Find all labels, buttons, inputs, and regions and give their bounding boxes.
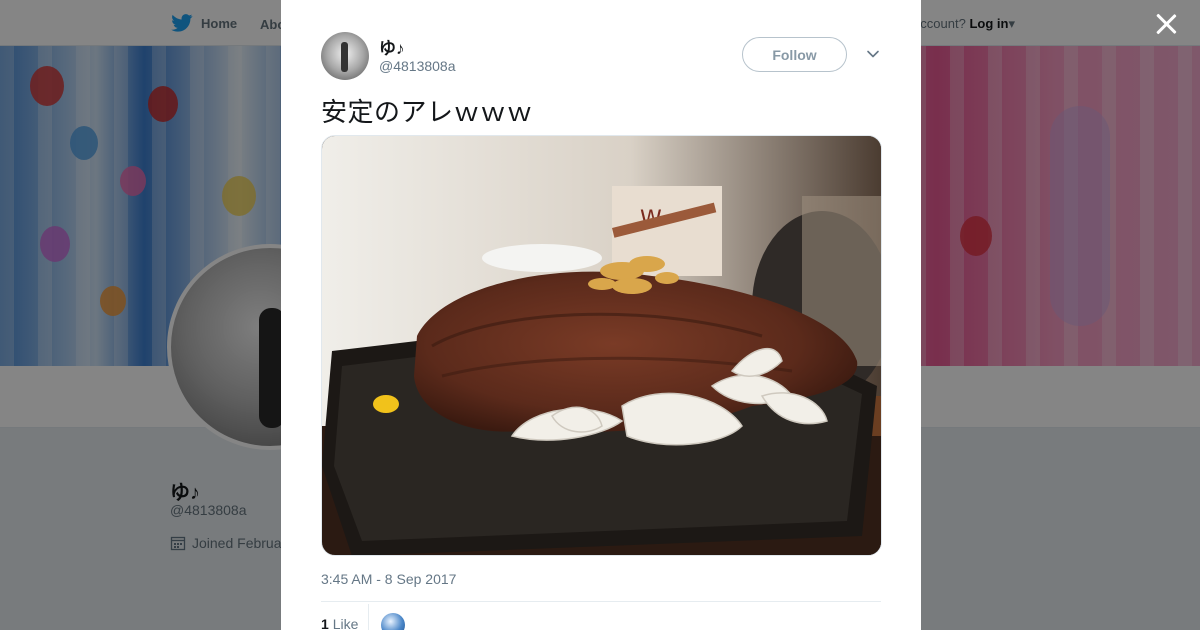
stats-divider [321,601,881,602]
author-avatar[interactable] [321,32,369,80]
chevron-down-icon[interactable] [865,46,881,62]
author-handle[interactable]: @4813808a [379,58,456,74]
steak-photo-image: W [322,136,881,555]
author-name[interactable]: ゆ♪ [379,34,405,59]
tweet-text: 安定のアレｗｗｗ [321,97,534,127]
stats-vertical-divider [368,604,369,630]
tweet-modal: ゆ♪ @4813808a Follow 安定のアレｗｗｗ 3:45 AM - 8… [281,0,921,630]
close-icon[interactable] [1154,12,1178,36]
like-count-number: 1 [321,616,329,630]
tweet-timestamp[interactable]: 3:45 AM - 8 Sep 2017 [321,571,456,587]
liker-avatar[interactable] [381,613,405,630]
follow-button[interactable]: Follow [742,37,847,72]
likes-count[interactable]: 1 Like [321,616,358,630]
like-count-label: Like [332,616,359,630]
tweet-photo[interactable]: W [321,135,882,556]
